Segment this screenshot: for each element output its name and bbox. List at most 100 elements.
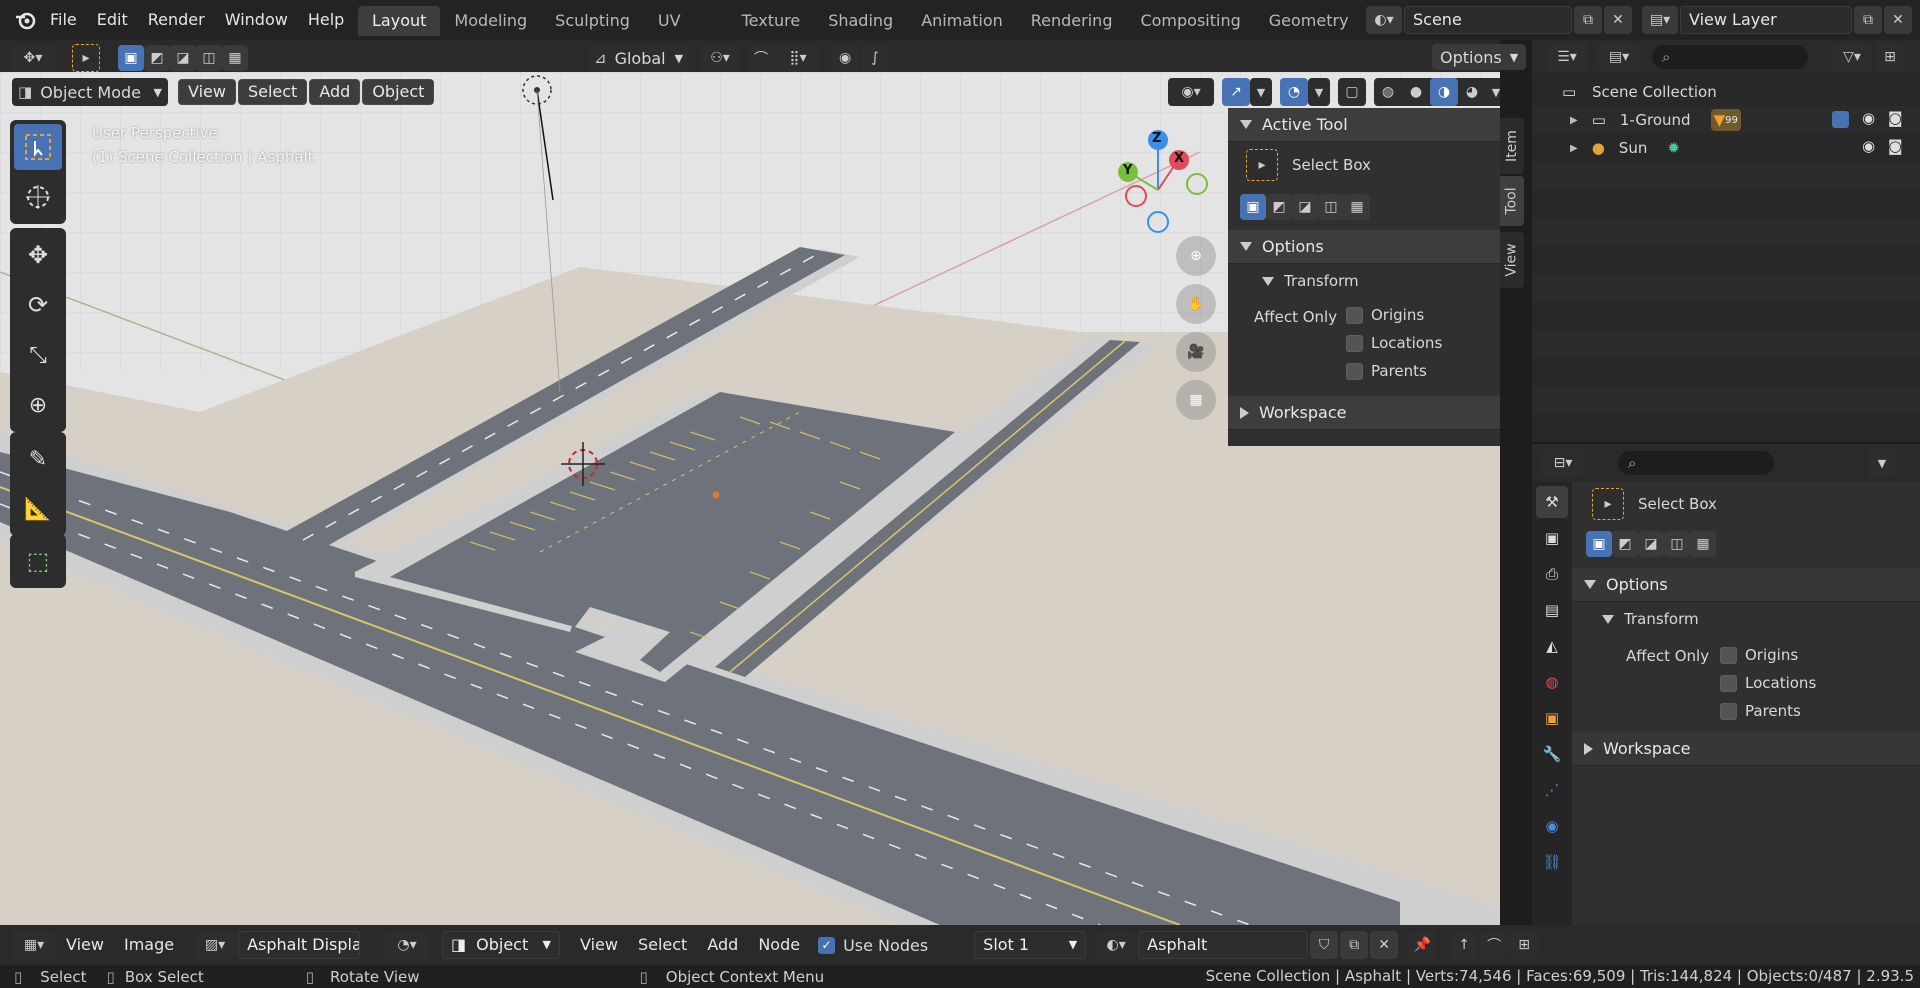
- select-invert-icon[interactable]: ◫: [1318, 194, 1344, 220]
- select-subtract-icon[interactable]: ◪: [1638, 531, 1664, 557]
- camera-icon[interactable]: ◙: [1888, 109, 1903, 127]
- camera-icon[interactable]: ◙: [1888, 137, 1903, 155]
- props-origins-checkbox[interactable]: Origins: [1720, 646, 1798, 664]
- node-menu-select[interactable]: Select: [628, 931, 697, 959]
- image-browse-icon[interactable]: ▨▾: [194, 931, 237, 959]
- chevron-down-icon[interactable]: ▼: [1250, 78, 1272, 106]
- new-collection-icon[interactable]: ⊞: [1876, 43, 1904, 71]
- select-subtract-icon[interactable]: ◪: [170, 45, 196, 71]
- select-intersect-icon[interactable]: ▦: [1690, 531, 1716, 557]
- pin-icon[interactable]: 📌: [1408, 931, 1437, 959]
- viewport-menu-select[interactable]: Select: [237, 79, 308, 105]
- cursor-tool-icon[interactable]: [14, 174, 62, 220]
- scale-tool-icon[interactable]: ⤡: [14, 332, 62, 378]
- navigation-gizmo[interactable]: Z X Y: [1110, 128, 1220, 238]
- view-layer-field[interactable]: View Layer: [1680, 6, 1852, 34]
- locations-checkbox[interactable]: Locations: [1346, 334, 1442, 352]
- node-menu-add[interactable]: Add: [697, 931, 748, 959]
- proportional-falloff-icon[interactable]: ∫: [861, 44, 890, 72]
- select-box-icon[interactable]: ▸: [1246, 149, 1278, 181]
- outliner-row-ground[interactable]: ▶ ▭ 1-Ground ▼ 99 ◉ ◙: [1532, 106, 1920, 134]
- properties-editor-type-icon[interactable]: ⊟▾: [1542, 449, 1584, 477]
- gizmo-toggle-icon[interactable]: ↗: [1222, 78, 1250, 106]
- options-panel-header[interactable]: Options: [1228, 230, 1500, 264]
- unlink-material-icon[interactable]: ✕: [1370, 931, 1399, 959]
- orientation-dropdown[interactable]: ⊿ Global ▼: [588, 45, 690, 71]
- image-menu-view[interactable]: View: [56, 931, 114, 959]
- expand-arrow-icon[interactable]: ▶: [1570, 143, 1578, 154]
- viewport-menu-view[interactable]: View: [178, 79, 236, 105]
- properties-search-input[interactable]: ⌕: [1618, 451, 1774, 475]
- select-new-icon[interactable]: ▣: [1240, 194, 1266, 220]
- view-layer-tab-icon[interactable]: ▤: [1536, 594, 1568, 626]
- props-options-header[interactable]: Options: [1572, 568, 1920, 602]
- scene-new-icon[interactable]: ⧉: [1574, 6, 1602, 34]
- tab-uv-editing[interactable]: UV Editing: [644, 6, 728, 36]
- props-transform-header[interactable]: Transform: [1572, 602, 1920, 636]
- node-menu-node[interactable]: Node: [748, 931, 810, 959]
- select-new-icon[interactable]: ▣: [118, 45, 144, 71]
- snap-toggle-icon[interactable]: ⌒: [747, 44, 776, 72]
- tab-rendering[interactable]: Rendering: [1017, 6, 1127, 36]
- visibility-icon[interactable]: ◉▾: [1168, 78, 1214, 106]
- physics-tab-icon[interactable]: ◉: [1536, 810, 1568, 842]
- active-tool-panel-header[interactable]: Active Tool: [1228, 108, 1500, 142]
- blender-logo-icon[interactable]: [14, 8, 38, 32]
- menu-edit[interactable]: Edit: [87, 0, 138, 40]
- view-layer-delete-icon[interactable]: ✕: [1884, 6, 1912, 34]
- eye-icon[interactable]: ◉: [1862, 109, 1875, 127]
- select-box-icon[interactable]: ▸: [1592, 488, 1624, 520]
- particles-tab-icon[interactable]: ⋰: [1536, 774, 1568, 806]
- tab-geometry-nodes[interactable]: Geometry Nod: [1255, 6, 1352, 36]
- select-extend-icon[interactable]: ◩: [1266, 194, 1292, 220]
- measure-tool-icon[interactable]: 📐: [14, 486, 62, 532]
- select-intersect-icon[interactable]: ▦: [222, 45, 248, 71]
- options-dropdown[interactable]: Options ▼: [1432, 44, 1527, 70]
- outliner-row-sun[interactable]: ▶ ● Sun ✹ ◉ ◙: [1532, 134, 1920, 162]
- sidebar-tab-view[interactable]: View: [1500, 232, 1524, 288]
- tab-animation[interactable]: Animation: [907, 6, 1017, 36]
- origins-checkbox[interactable]: Origins: [1346, 306, 1424, 324]
- menu-file[interactable]: File: [40, 0, 87, 40]
- outliner-row-scene-collection[interactable]: ▭ Scene Collection: [1532, 78, 1920, 106]
- render-tab-icon[interactable]: ▣: [1536, 522, 1568, 554]
- parent-node-tree-icon[interactable]: ↑: [1450, 931, 1479, 959]
- proportional-edit-icon[interactable]: ◉: [831, 44, 860, 72]
- xray-icon[interactable]: ▢: [1338, 78, 1366, 106]
- material-shading-icon[interactable]: ◑: [1430, 78, 1458, 106]
- select-intersect-icon[interactable]: ▦: [1344, 194, 1370, 220]
- scene-delete-icon[interactable]: ✕: [1604, 6, 1632, 34]
- zoom-icon[interactable]: ⊕: [1176, 236, 1216, 276]
- menu-help[interactable]: Help: [298, 0, 354, 40]
- object-tab-icon[interactable]: ▣: [1536, 702, 1568, 734]
- select-tool-icon[interactable]: ▸: [72, 44, 100, 72]
- tab-modeling[interactable]: Modeling: [440, 6, 541, 36]
- sidebar-tab-item[interactable]: Item: [1500, 118, 1524, 174]
- tab-sculpting[interactable]: Sculpting: [541, 6, 644, 36]
- select-extend-icon[interactable]: ◩: [1612, 531, 1638, 557]
- fake-user-icon[interactable]: ⛉: [1310, 931, 1339, 959]
- scene-name-field[interactable]: Scene: [1404, 6, 1572, 34]
- tab-shading[interactable]: Shading: [814, 6, 907, 36]
- workspace-panel-header[interactable]: Workspace: [1228, 396, 1500, 430]
- rotate-tool-icon[interactable]: ⟳: [14, 282, 62, 328]
- props-workspace-header[interactable]: Workspace: [1572, 732, 1920, 766]
- node-menu-view[interactable]: View: [570, 931, 628, 959]
- tool-tab-icon[interactable]: ⚒: [1536, 486, 1568, 518]
- outliner-editor-type-icon[interactable]: ☰▾: [1546, 43, 1588, 71]
- annotate-tool-icon[interactable]: ✎: [14, 436, 62, 482]
- filter-icon[interactable]: ▽▾: [1832, 43, 1872, 71]
- image-menu-image[interactable]: Image: [114, 931, 184, 959]
- chevron-down-icon[interactable]: ▼: [1486, 78, 1500, 106]
- add-cube-tool-icon[interactable]: ⬚: [14, 538, 62, 584]
- overlay-toggle-icon[interactable]: ◔: [1280, 78, 1308, 106]
- sidebar-tab-tool[interactable]: Tool: [1500, 176, 1524, 226]
- view-layer-browse-icon[interactable]: ▤▾: [1642, 6, 1678, 34]
- props-locations-checkbox[interactable]: Locations: [1720, 674, 1816, 692]
- select-box-tool-icon[interactable]: [14, 124, 62, 170]
- chevron-down-icon[interactable]: ▼: [1308, 78, 1330, 106]
- select-invert-icon[interactable]: ◫: [1664, 531, 1690, 557]
- tab-compositing[interactable]: Compositing: [1126, 6, 1254, 36]
- snap-icon[interactable]: ⌒: [1480, 931, 1509, 959]
- pan-hand-icon[interactable]: ✋: [1176, 284, 1216, 324]
